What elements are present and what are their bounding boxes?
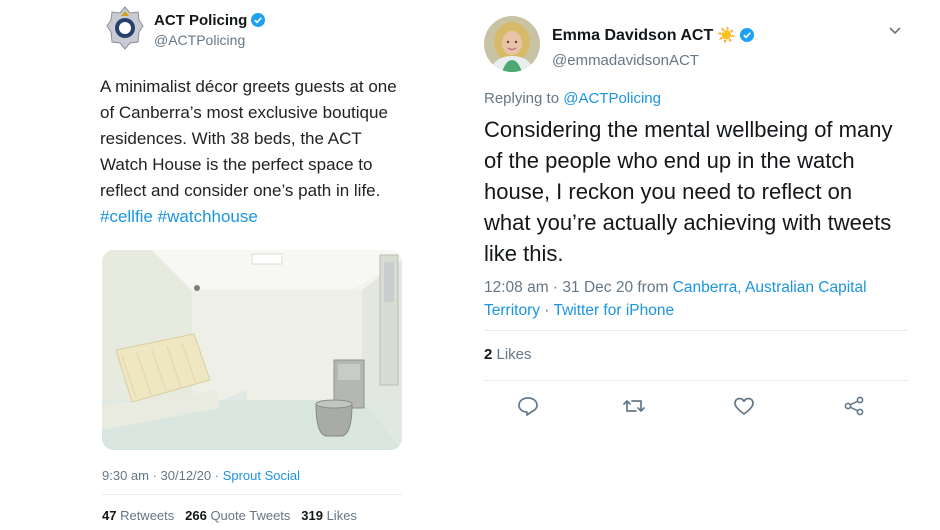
share-icon: [844, 396, 864, 416]
share-button[interactable]: [842, 394, 866, 418]
quote-tweets-stat[interactable]: 266 Quote Tweets: [185, 508, 290, 523]
source-link[interactable]: Sprout Social: [223, 468, 300, 483]
like-button[interactable]: [732, 394, 756, 418]
tweet-text: A minimalist décor greets guests at one …: [100, 74, 400, 230]
chevron-down-icon[interactable]: [888, 26, 902, 36]
tweet-actions: [484, 392, 908, 420]
hashtag-watchhouse[interactable]: #watchhouse: [158, 207, 258, 226]
reply-button[interactable]: [516, 394, 540, 418]
likes-count: 319: [301, 508, 323, 523]
likes-label: Likes: [322, 508, 357, 523]
act-policing-avatar[interactable]: [106, 6, 144, 50]
replying-to: Replying to @ACTPolicing: [484, 90, 661, 107]
author-handle[interactable]: @emmadavidsonACT: [552, 52, 699, 69]
tweet-text: Considering the mental wellbeing of many…: [484, 117, 893, 266]
retweets-count: 47: [102, 508, 117, 523]
likes-label: Likes: [492, 346, 532, 363]
heart-icon: [734, 397, 754, 415]
likes-stat[interactable]: 2 Likes: [484, 346, 532, 363]
author-name[interactable]: ACT Policing: [154, 12, 266, 29]
tweet-metadata: 12:08 am · 31 Dec 20 from Canberra, Aust…: [484, 276, 904, 322]
quote-label: Quote Tweets: [206, 508, 291, 523]
engagement-stats: 47 Retweets 266 Quote Tweets 319 Likes: [102, 508, 357, 523]
hashtag-cellfie[interactable]: #cellfie: [100, 207, 153, 226]
timestamp-text[interactable]: 9:30 am · 30/12/20 ·: [102, 468, 223, 483]
author-name-text: ACT Policing: [154, 12, 248, 29]
retweet-icon: [623, 400, 645, 412]
verified-badge-icon: [251, 13, 266, 27]
emma-davidson-reply-tweet: Emma Davidson ACT ☀️ @emmadavidsonACT Rep…: [470, 0, 910, 430]
quote-count: 266: [185, 508, 207, 523]
divider: [102, 494, 402, 495]
author-handle[interactable]: @ACTPolicing: [154, 32, 245, 48]
retweet-button[interactable]: [622, 394, 646, 418]
divider: [484, 330, 908, 331]
author-name-text: Emma Davidson ACT: [552, 27, 714, 44]
separator: ·: [539, 302, 554, 319]
source-link[interactable]: Twitter for iPhone: [553, 302, 674, 319]
emma-davidson-avatar[interactable]: [484, 16, 540, 72]
tweet-timestamp: 9:30 am · 30/12/20 · Sprout Social: [102, 468, 300, 483]
divider: [484, 380, 908, 381]
timestamp-text[interactable]: 12:08 am · 31 Dec 20 from: [484, 279, 673, 296]
tweet-body: A minimalist décor greets guests at one …: [100, 77, 397, 200]
replying-to-handle[interactable]: @ACTPolicing: [563, 90, 661, 107]
replying-prefix: Replying to: [484, 90, 564, 107]
tweet-photo-cell[interactable]: [102, 250, 402, 450]
likes-stat[interactable]: 319 Likes: [301, 508, 357, 523]
verified-badge-icon: [739, 28, 754, 42]
retweets-label: Retweets: [116, 508, 175, 523]
author-name[interactable]: Emma Davidson ACT ☀️: [552, 26, 754, 45]
sun-emoji: ☀️: [717, 27, 736, 44]
retweets-stat[interactable]: 47 Retweets: [102, 508, 174, 523]
act-policing-tweet: ACT Policing @ACTPolicing A minimalist d…: [82, 0, 418, 530]
reply-icon: [518, 397, 538, 416]
